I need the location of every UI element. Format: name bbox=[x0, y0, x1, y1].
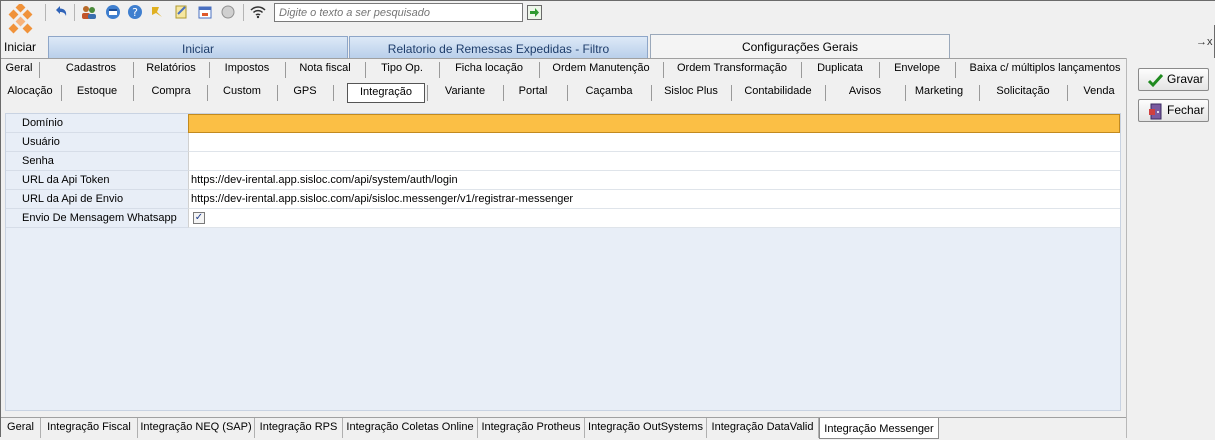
property-label: Domínio bbox=[6, 114, 188, 133]
module-tab-relatorio-remessas[interactable]: Relatorio de Remessas Expedidas - Filtro bbox=[349, 36, 648, 58]
property-row-whatsapp: Envio De Mensagem Whatsapp ✓ bbox=[6, 209, 1120, 228]
whatsapp-field: ✓ bbox=[188, 209, 1120, 228]
status-circle-icon[interactable] bbox=[220, 4, 236, 20]
api-token-url-field[interactable]: https://dev-irental.app.sisloc.com/api/s… bbox=[188, 171, 1120, 190]
section-tab[interactable]: Ordem Manutenção bbox=[541, 59, 661, 81]
section-tab[interactable]: Tipo Op. bbox=[367, 59, 437, 81]
section-tab[interactable]: Caçamba bbox=[569, 82, 649, 104]
bottom-tab[interactable]: Geral bbox=[1, 418, 41, 438]
section-tab[interactable]: Nota fiscal bbox=[287, 59, 363, 81]
help-icon[interactable]: ? bbox=[127, 4, 143, 20]
section-tab[interactable]: Baixa c/ múltiplos lançamentos bbox=[957, 59, 1133, 81]
section-tab[interactable]: Duplicata bbox=[803, 59, 877, 81]
exit-door-icon bbox=[1149, 103, 1162, 120]
property-label: Senha bbox=[6, 152, 188, 171]
module-tab-iniciar[interactable]: Iniciar bbox=[48, 36, 348, 58]
toolbar-separator bbox=[74, 4, 75, 21]
api-envio-url-field[interactable]: https://dev-irental.app.sisloc.com/api/s… bbox=[188, 190, 1120, 209]
search-input[interactable] bbox=[274, 3, 523, 22]
sisloc-logo-icon[interactable] bbox=[6, 4, 36, 38]
checkmark-icon bbox=[1147, 73, 1164, 88]
bottom-tab[interactable]: Integração NEQ (SAP) bbox=[138, 418, 255, 438]
property-row-api-envio: URL da Api de Envio https://dev-irental.… bbox=[6, 190, 1120, 209]
close-button-label: Fechar bbox=[1167, 103, 1205, 117]
section-tab[interactable]: Portal bbox=[505, 82, 561, 104]
save-button-label: Gravar bbox=[1167, 72, 1204, 86]
senha-field[interactable] bbox=[188, 152, 1120, 171]
property-row-senha: Senha bbox=[6, 152, 1120, 171]
toolbar-separator bbox=[45, 4, 46, 21]
svg-text:?: ? bbox=[132, 6, 138, 19]
property-label: URL da Api de Envio bbox=[6, 190, 188, 209]
section-tab[interactable]: Custom bbox=[209, 82, 275, 104]
section-tab[interactable]: Impostos bbox=[211, 59, 283, 81]
bottom-tabs: Geral Integração Fiscal Integração NEQ (… bbox=[1, 417, 1126, 439]
section-tab[interactable]: Avisos bbox=[827, 82, 903, 104]
undo-icon[interactable] bbox=[53, 4, 69, 20]
whatsapp-checkbox[interactable]: ✓ bbox=[193, 212, 205, 224]
section-tab[interactable]: Ordem Transformação bbox=[665, 59, 799, 81]
users-icon[interactable] bbox=[81, 4, 97, 20]
bottom-tab[interactable]: Integração Protheus bbox=[478, 418, 585, 438]
search-go-icon[interactable] bbox=[527, 5, 542, 20]
dominio-field[interactable] bbox=[188, 114, 1120, 133]
property-label: URL da Api Token bbox=[6, 171, 188, 190]
property-label: Envio De Mensagem Whatsapp bbox=[6, 209, 188, 228]
section-tab[interactable]: Alocação bbox=[1, 82, 59, 104]
property-row-api-token: URL da Api Token https://dev-irental.app… bbox=[6, 171, 1120, 190]
property-row-dominio: Domínio bbox=[6, 114, 1120, 133]
bottom-tab[interactable]: Integração OutSystems bbox=[585, 418, 707, 438]
bottom-tab[interactable]: Integração Fiscal bbox=[41, 418, 138, 438]
section-tabs-row-2: Alocação Estoque Compra Custom GPS Integ… bbox=[1, 82, 1126, 104]
wifi-icon[interactable] bbox=[250, 4, 266, 20]
section-tab[interactable]: Estoque bbox=[63, 82, 131, 104]
bottom-tab[interactable]: Integração RPS bbox=[255, 418, 343, 438]
note-icon[interactable] bbox=[173, 4, 189, 20]
section-tab[interactable]: Marketing bbox=[907, 82, 971, 104]
section-tab[interactable]: Contabilidade bbox=[733, 82, 823, 104]
save-button[interactable]: Gravar bbox=[1138, 68, 1209, 91]
toolbar-separator bbox=[243, 4, 244, 21]
start-label[interactable]: Iniciar bbox=[4, 40, 36, 54]
usuario-field[interactable] bbox=[188, 133, 1120, 152]
section-tab[interactable]: Geral bbox=[1, 59, 37, 81]
section-tab[interactable]: GPS bbox=[279, 82, 331, 104]
close-button[interactable]: Fechar bbox=[1138, 99, 1209, 122]
tab-overflow-arrows[interactable]: →x bbox=[1196, 36, 1213, 48]
bottom-tab[interactable]: Integração Coletas Online bbox=[343, 418, 478, 438]
module-tab-configuracoes-gerais[interactable]: Configurações Gerais bbox=[650, 34, 950, 58]
property-label: Usuário bbox=[6, 133, 188, 152]
pin-icon[interactable] bbox=[149, 4, 165, 20]
section-tab[interactable]: Cadastros bbox=[51, 59, 131, 81]
top-toolbar: ? bbox=[1, 1, 1215, 34]
window-icon[interactable] bbox=[105, 4, 121, 20]
section-tab[interactable]: Compra bbox=[135, 82, 207, 104]
section-tabs-row-1: Geral Cadastros Relatórios Impostos Nota… bbox=[1, 59, 1126, 81]
section-tab[interactable]: Venda bbox=[1069, 82, 1129, 104]
section-tab[interactable]: Envelope bbox=[881, 59, 953, 81]
section-tab[interactable]: Solicitação bbox=[981, 82, 1065, 104]
property-row-usuario: Usuário bbox=[6, 133, 1120, 152]
section-tab[interactable]: Relatórios bbox=[135, 59, 207, 81]
calendar-icon[interactable] bbox=[197, 4, 213, 20]
bottom-tab[interactable]: Integração DataValid bbox=[707, 418, 819, 438]
properties-grid: Domínio Usuário Senha URL da Api Token h… bbox=[5, 113, 1121, 411]
section-tab[interactable]: Variante bbox=[429, 82, 501, 104]
section-tab[interactable]: Sisloc Plus bbox=[653, 82, 729, 104]
bottom-tab-integracao-messenger[interactable]: Integração Messenger bbox=[819, 418, 939, 439]
section-tab[interactable]: Ficha locação bbox=[441, 59, 537, 81]
section-tab-integracao[interactable]: Integração bbox=[347, 83, 425, 103]
app-window: ? Iniciar Iniciar Relatorio de Remessas … bbox=[0, 0, 1215, 439]
